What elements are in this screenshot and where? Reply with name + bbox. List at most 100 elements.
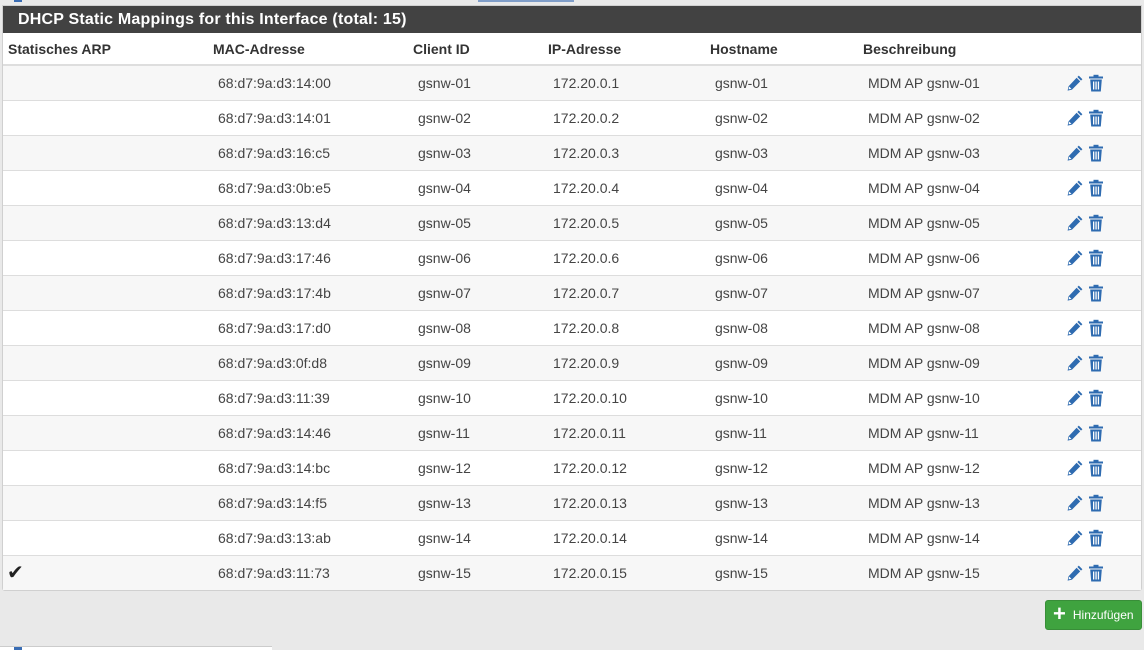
- pencil-icon[interactable]: [1066, 564, 1084, 582]
- pencil-icon[interactable]: [1066, 144, 1084, 162]
- actions-cell: [1061, 169, 1141, 205]
- header-description[interactable]: Beschreibung: [858, 33, 1061, 66]
- ip-address-cell: 172.20.0.4: [543, 169, 705, 205]
- mac-address-cell: 68:d7:9a:d3:17:4b: [208, 274, 408, 310]
- client-id-cell: gsnw-11: [408, 414, 543, 450]
- client-id-cell: gsnw-07: [408, 274, 543, 310]
- hostname-cell: gsnw-10: [705, 379, 858, 415]
- table-body: 68:d7:9a:d3:14:00 gsnw-01 172.20.0.1 gsnw-0…: [3, 65, 1141, 590]
- header-mac-address[interactable]: MAC-Adresse: [208, 33, 408, 66]
- description-cell: MDM AP gsnw-11: [858, 414, 1061, 450]
- trash-icon[interactable]: [1087, 354, 1105, 372]
- static-arp-cell: [3, 449, 208, 485]
- pencil-icon[interactable]: [1066, 354, 1084, 372]
- client-id-cell: gsnw-04: [408, 169, 543, 205]
- static-arp-cell: ✔: [3, 554, 208, 590]
- actions-cell: [1061, 309, 1141, 345]
- table-row: 68:d7:9a:d3:0b:e5 gsnw-04 172.20.0.4 gsnw-0…: [3, 169, 1141, 205]
- hostname-cell: gsnw-07: [705, 274, 858, 310]
- header-ip-address[interactable]: IP-Adresse: [543, 33, 705, 66]
- ip-address-cell: 172.20.0.15: [543, 554, 705, 590]
- description-cell: MDM AP gsnw-05: [858, 204, 1061, 240]
- static-arp-cell: [3, 309, 208, 345]
- pencil-icon[interactable]: [1066, 494, 1084, 512]
- pencil-icon[interactable]: [1066, 424, 1084, 442]
- trash-icon[interactable]: [1087, 529, 1105, 547]
- hostname-cell: gsnw-08: [705, 309, 858, 345]
- mac-address-cell: 68:d7:9a:d3:14:01: [208, 99, 408, 135]
- trash-icon[interactable]: [1087, 494, 1105, 512]
- actions-cell: [1061, 99, 1141, 135]
- ip-address-cell: 172.20.0.3: [543, 134, 705, 170]
- hostname-cell: gsnw-11: [705, 414, 858, 450]
- add-mapping-button[interactable]: + Hinzufügen: [1045, 600, 1142, 630]
- pencil-icon[interactable]: [1066, 179, 1084, 197]
- mac-address-cell: 68:d7:9a:d3:16:c5: [208, 134, 408, 170]
- actions-cell: [1061, 274, 1141, 310]
- table-row: 68:d7:9a:d3:0f:d8 gsnw-09 172.20.0.9 gsnw-0…: [3, 344, 1141, 380]
- description-cell: MDM AP gsnw-12: [858, 449, 1061, 485]
- static-arp-cell: [3, 414, 208, 450]
- header-static-arp[interactable]: Statisches ARP: [3, 33, 208, 66]
- trash-icon[interactable]: [1087, 284, 1105, 302]
- pencil-icon[interactable]: [1066, 249, 1084, 267]
- header-client-id[interactable]: Client ID: [408, 33, 543, 66]
- pencil-icon[interactable]: [1066, 109, 1084, 127]
- pencil-icon[interactable]: [1066, 74, 1084, 92]
- trash-icon[interactable]: [1087, 179, 1105, 197]
- trash-icon[interactable]: [1087, 109, 1105, 127]
- ip-address-cell: 172.20.0.12: [543, 449, 705, 485]
- trash-icon[interactable]: [1087, 144, 1105, 162]
- ip-address-cell: 172.20.0.6: [543, 239, 705, 275]
- client-id-cell: gsnw-10: [408, 379, 543, 415]
- trash-icon[interactable]: [1087, 319, 1105, 337]
- client-id-cell: gsnw-09: [408, 344, 543, 380]
- static-mappings-table: Statisches ARP MAC-Adresse Client ID IP-…: [3, 33, 1141, 590]
- trash-icon[interactable]: [1087, 424, 1105, 442]
- client-id-cell: gsnw-03: [408, 134, 543, 170]
- pencil-icon[interactable]: [1066, 529, 1084, 547]
- static-arp-cell: [3, 379, 208, 415]
- description-cell: MDM AP gsnw-04: [858, 169, 1061, 205]
- trash-icon[interactable]: [1087, 249, 1105, 267]
- static-arp-cell: [3, 99, 208, 135]
- hostname-cell: gsnw-14: [705, 519, 858, 555]
- mac-address-cell: 68:d7:9a:d3:0f:d8: [208, 344, 408, 380]
- trash-icon[interactable]: [1087, 214, 1105, 232]
- hostname-cell: gsnw-04: [705, 169, 858, 205]
- header-hostname[interactable]: Hostname: [705, 33, 858, 66]
- ip-address-cell: 172.20.0.2: [543, 99, 705, 135]
- actions-cell: [1061, 414, 1141, 450]
- description-cell: MDM AP gsnw-09: [858, 344, 1061, 380]
- hostname-cell: gsnw-09: [705, 344, 858, 380]
- table-row: ✔ 68:d7:9a:d3:11:73 gsnw-15 172.20.0.15 gsnw…: [3, 554, 1141, 590]
- description-cell: MDM AP gsnw-13: [858, 484, 1061, 520]
- client-id-cell: gsnw-12: [408, 449, 543, 485]
- trash-icon[interactable]: [1087, 389, 1105, 407]
- ip-address-cell: 172.20.0.10: [543, 379, 705, 415]
- hostname-cell: gsnw-15: [705, 554, 858, 590]
- description-cell: MDM AP gsnw-07: [858, 274, 1061, 310]
- description-cell: MDM AP gsnw-10: [858, 379, 1061, 415]
- panel-title: DHCP Static Mappings for this Interface …: [3, 6, 1141, 33]
- table-header-row: Statisches ARP MAC-Adresse Client ID IP-…: [3, 33, 1141, 66]
- actions-cell: [1061, 344, 1141, 380]
- ip-address-cell: 172.20.0.14: [543, 519, 705, 555]
- hostname-cell: gsnw-05: [705, 204, 858, 240]
- trash-icon[interactable]: [1087, 74, 1105, 92]
- pencil-icon[interactable]: [1066, 389, 1084, 407]
- static-arp-cell: [3, 65, 208, 100]
- mac-address-cell: 68:d7:9a:d3:0b:e5: [208, 169, 408, 205]
- mac-address-cell: 68:d7:9a:d3:11:39: [208, 379, 408, 415]
- pencil-icon[interactable]: [1066, 284, 1084, 302]
- pencil-icon[interactable]: [1066, 319, 1084, 337]
- trash-icon[interactable]: [1087, 459, 1105, 477]
- top-edge-mark-center: [478, 0, 574, 2]
- description-cell: MDM AP gsnw-02: [858, 99, 1061, 135]
- trash-icon[interactable]: [1087, 564, 1105, 582]
- pencil-icon[interactable]: [1066, 459, 1084, 477]
- static-arp-cell: [3, 204, 208, 240]
- pencil-icon[interactable]: [1066, 214, 1084, 232]
- table-row: 68:d7:9a:d3:16:c5 gsnw-03 172.20.0.3 gsnw-0…: [3, 134, 1141, 170]
- client-id-cell: gsnw-15: [408, 554, 543, 590]
